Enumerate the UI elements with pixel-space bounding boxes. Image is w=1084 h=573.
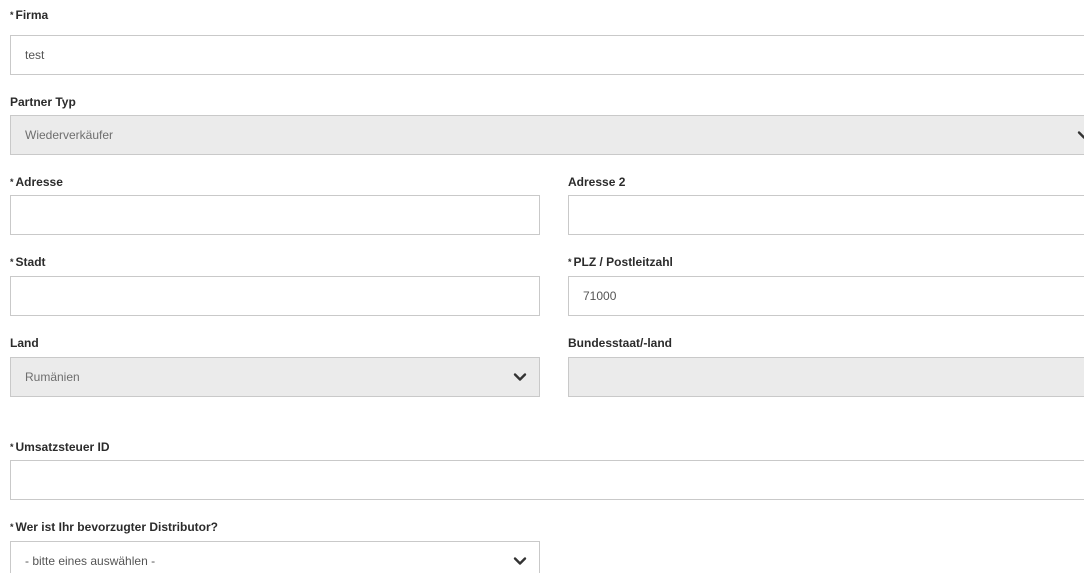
required-marker: * — [10, 177, 14, 187]
bundesstaat-label-text: Bundesstaat/-land — [568, 336, 673, 350]
stadt-label-text: Stadt — [15, 255, 46, 269]
required-marker: * — [568, 257, 572, 267]
adresse-input[interactable] — [11, 196, 539, 234]
umsatzsteuer-input[interactable] — [11, 461, 1084, 499]
adresse-label-text: Adresse — [15, 175, 63, 189]
distributor-selected-value: - bitte eines auswählen - — [25, 554, 156, 568]
umsatzsteuer-label: * Umsatzsteuer ID — [10, 440, 110, 454]
adresse-field[interactable] — [10, 195, 540, 235]
stadt-input[interactable] — [11, 277, 539, 315]
required-marker: * — [10, 442, 14, 452]
adresse2-label-text: Adresse 2 — [568, 175, 626, 189]
distributor-label: * Wer ist Ihr bevorzugter Distributor? — [10, 520, 218, 534]
land-selected-value: Rumänien — [25, 370, 80, 384]
firma-label: * Firma — [10, 8, 48, 22]
bundesstaat-label: Bundesstaat/-land — [568, 336, 672, 350]
bundesstaat-field[interactable] — [568, 357, 1084, 397]
adresse2-input[interactable] — [569, 196, 1084, 234]
chevron-down-icon — [1077, 131, 1084, 139]
partner-typ-label-text: Partner Typ — [10, 95, 76, 109]
plz-field[interactable] — [568, 276, 1084, 316]
bundesstaat-input[interactable] — [569, 358, 1084, 396]
adresse-label: * Adresse — [10, 175, 63, 189]
umsatzsteuer-label-text: Umsatzsteuer ID — [15, 440, 110, 454]
stadt-field[interactable] — [10, 276, 540, 316]
firma-label-text: Firma — [15, 8, 49, 22]
firma-input[interactable] — [11, 36, 1084, 74]
partner-typ-selected-value: Wiederverkäufer — [25, 128, 114, 142]
land-select[interactable]: Rumänien — [10, 357, 540, 397]
partner-registration-form: *Firma Partner Typ Wiederverkäufer *Adre… — [0, 0, 1084, 573]
distributor-label-text: Wer ist Ihr bevorzugter Distributor? — [15, 520, 218, 534]
chevron-down-icon — [513, 557, 527, 565]
distributor-select[interactable]: - bitte eines auswählen - — [10, 541, 540, 573]
stadt-label: * Stadt — [10, 255, 46, 269]
plz-label: * PLZ / Postleitzahl — [568, 255, 673, 269]
required-marker: * — [10, 522, 14, 532]
required-marker: * — [10, 257, 14, 267]
partner-typ-select[interactable]: Wiederverkäufer — [10, 115, 1084, 155]
land-label: Land — [10, 336, 39, 350]
plz-input[interactable] — [569, 277, 1084, 315]
land-label-text: Land — [10, 336, 39, 350]
chevron-down-icon — [513, 373, 527, 381]
adresse2-label: Adresse 2 — [568, 175, 625, 189]
umsatzsteuer-field[interactable] — [10, 460, 1084, 500]
partner-typ-label: Partner Typ — [10, 95, 76, 109]
adresse2-field[interactable] — [568, 195, 1084, 235]
required-marker: * — [10, 10, 14, 20]
plz-label-text: PLZ / Postleitzahl — [573, 255, 673, 269]
firma-field[interactable] — [10, 35, 1084, 75]
